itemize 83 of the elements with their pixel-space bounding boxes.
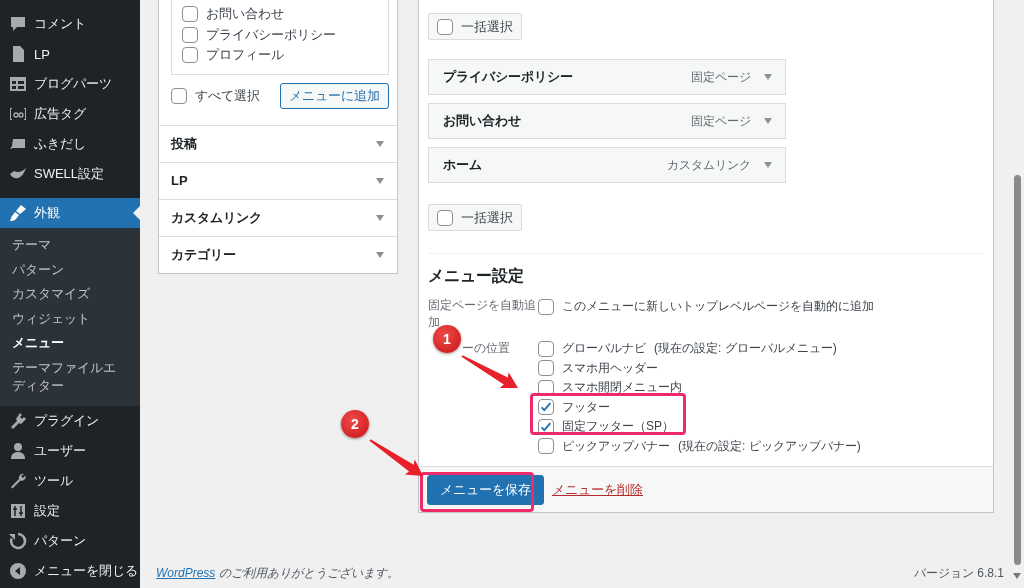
submenu-item[interactable]: パターン [0, 257, 140, 282]
arrow [461, 355, 518, 388]
item-type-label: カスタムリンク [667, 156, 751, 174]
save-menu-button[interactable]: メニューを保存 [427, 474, 544, 505]
checkbox[interactable] [538, 360, 554, 377]
menu-item-bar[interactable]: ホーム カスタムリンク [428, 147, 786, 183]
user-icon [8, 440, 28, 461]
sidebar-item[interactable]: 広告タグ [0, 99, 140, 129]
refresh-icon [8, 530, 28, 551]
item-type-label: 固定ページ [691, 112, 751, 130]
brush-icon [8, 203, 28, 223]
menu-item-bar[interactable]: プライバシーポリシー 固定ページ [428, 59, 786, 95]
caret-icon [375, 212, 385, 223]
accordion-section[interactable]: 投稿 [159, 124, 397, 162]
arrow [369, 439, 423, 476]
location-label: フッター [562, 398, 610, 416]
caret-icon [375, 175, 385, 186]
footer-thanks-text: WordPress のご利用ありがとうございます。 [156, 564, 399, 582]
sidebar-item[interactable]: SWELL設定 [0, 159, 140, 189]
sidebar-item[interactable]: ブログパーツ [0, 69, 140, 99]
select-all-label: すべて選択 [195, 86, 260, 105]
sidebar-item[interactable]: プラグイン [0, 405, 140, 436]
menu-item-title: お問い合わせ [443, 112, 522, 130]
caret-icon [375, 249, 385, 260]
submenu-item[interactable]: メニュー [0, 331, 140, 356]
checkbox[interactable] [538, 340, 554, 357]
sidebar-item[interactable]: コメント [0, 9, 140, 39]
delete-menu-link[interactable]: メニューを削除 [552, 480, 643, 499]
checkbox[interactable] [182, 6, 198, 23]
submenu-item[interactable]: カスタマイズ [0, 282, 140, 307]
bulk-select-control[interactable]: 一括選択 [428, 13, 522, 40]
sidebar-item[interactable]: 設定 [0, 495, 140, 526]
caret-icon[interactable] [763, 160, 773, 170]
menu-item-title: プライバシーポリシー [443, 68, 574, 86]
current-setting-note: (現在の設定: ピックアップバナー) [678, 437, 861, 455]
accordion-section[interactable]: カスタムリンク [159, 198, 397, 236]
checkbox[interactable] [171, 87, 187, 104]
sidebar-item[interactable]: パターン [0, 525, 140, 556]
item-type-label: 固定ページ [691, 68, 751, 86]
current-setting-note: (現在の設定: グローバルメニュー) [654, 340, 837, 358]
accordion-section[interactable]: LP [159, 161, 397, 199]
checkbox[interactable] [182, 47, 198, 64]
location-label: グローバルナビ [562, 340, 646, 358]
sidebar-item[interactable]: 外観 [0, 198, 140, 228]
page-option-label: お問い合わせ [206, 5, 284, 24]
checkbox[interactable] [538, 298, 554, 315]
checkbox[interactable] [437, 209, 453, 226]
menu-item-title: ホーム [443, 156, 483, 174]
option-label: このメニューに新しいトップレベルページを自動的に追加 [562, 298, 874, 316]
caret-icon[interactable] [763, 72, 773, 82]
sidebar-item[interactable]: ツール [0, 465, 140, 496]
accordion-section[interactable]: カテゴリー [159, 235, 397, 273]
location-label: 固定フッター（SP） [562, 418, 674, 436]
submenu-item[interactable]: テーマ [0, 233, 140, 258]
bulk-select-control[interactable]: 一括選択 [428, 204, 522, 231]
collapse-icon [8, 560, 28, 581]
sidebar-item[interactable]: ユーザー [0, 435, 140, 466]
sidebar-item[interactable]: LP [0, 39, 140, 69]
section-heading: メニュー設定 [428, 266, 525, 286]
checkbox[interactable] [437, 18, 453, 35]
comment-icon [8, 14, 28, 34]
submenu-item[interactable]: ウィジェット [0, 306, 140, 331]
add-to-menu-button[interactable]: メニューに追加 [280, 82, 389, 109]
caret-icon [375, 138, 385, 149]
page-option-label: プライバシーポリシー [206, 25, 336, 44]
wordpress-link[interactable]: WordPress [156, 565, 216, 580]
checkbox[interactable] [182, 26, 198, 43]
checkbox[interactable] [538, 399, 554, 416]
sidebar-item[interactable]: メニューを閉じる [0, 555, 140, 586]
grid-icon [8, 74, 28, 94]
scrollbar-thumb[interactable] [1013, 175, 1021, 565]
location-label: スマホ開閉メニュー内 [562, 379, 682, 397]
checkbox[interactable] [538, 438, 554, 455]
sidebar-item[interactable]: ふきだし [0, 129, 140, 159]
version-text: バージョン 6.8.1 [913, 564, 1004, 582]
page-option-label: プロフィール [206, 46, 284, 65]
location-label: スマホ用ヘッダー [562, 359, 658, 377]
menu-item-bar[interactable]: お問い合わせ 固定ページ [428, 103, 786, 139]
scroll-down-icon[interactable] [1013, 573, 1021, 579]
location-label: ピックアップバナー [562, 437, 670, 455]
submenu-item[interactable]: テーマファイルエディター [0, 355, 140, 399]
step-number-badge: 2 [341, 410, 369, 438]
caret-icon[interactable] [763, 116, 773, 126]
